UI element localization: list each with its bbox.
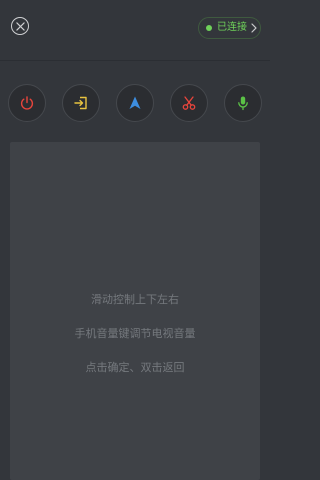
touchpad-area[interactable]: 滑动控制上下左右 手机音量键调节电视音量 点击确定、双击返回	[10, 142, 260, 480]
connection-status-badge[interactable]: 已连接	[198, 17, 261, 39]
scissors-button[interactable]	[170, 84, 208, 122]
power-icon	[20, 96, 34, 110]
power-button[interactable]	[8, 84, 46, 122]
connection-status-label: 已连接	[217, 22, 247, 33]
touchpad-hint-swipe: 滑动控制上下左右	[91, 293, 179, 306]
navigate-button[interactable]	[116, 84, 154, 122]
close-button[interactable]	[11, 17, 29, 35]
scissors-icon	[182, 96, 196, 110]
touchpad-hint-tap: 点击确定、双击返回	[85, 361, 185, 374]
close-x-icon	[15, 21, 25, 31]
status-dot	[206, 25, 212, 31]
chevron-right-icon	[251, 23, 257, 33]
input-source-button[interactable]	[62, 84, 100, 122]
voice-button[interactable]	[224, 84, 262, 122]
input-source-icon	[74, 96, 87, 110]
microphone-icon	[238, 96, 248, 111]
header-divider	[0, 60, 270, 61]
touchpad-hint-volume: 手机音量键调节电视音量	[74, 327, 196, 340]
control-button-row	[0, 84, 270, 126]
navigation-arrow-icon	[129, 96, 141, 109]
